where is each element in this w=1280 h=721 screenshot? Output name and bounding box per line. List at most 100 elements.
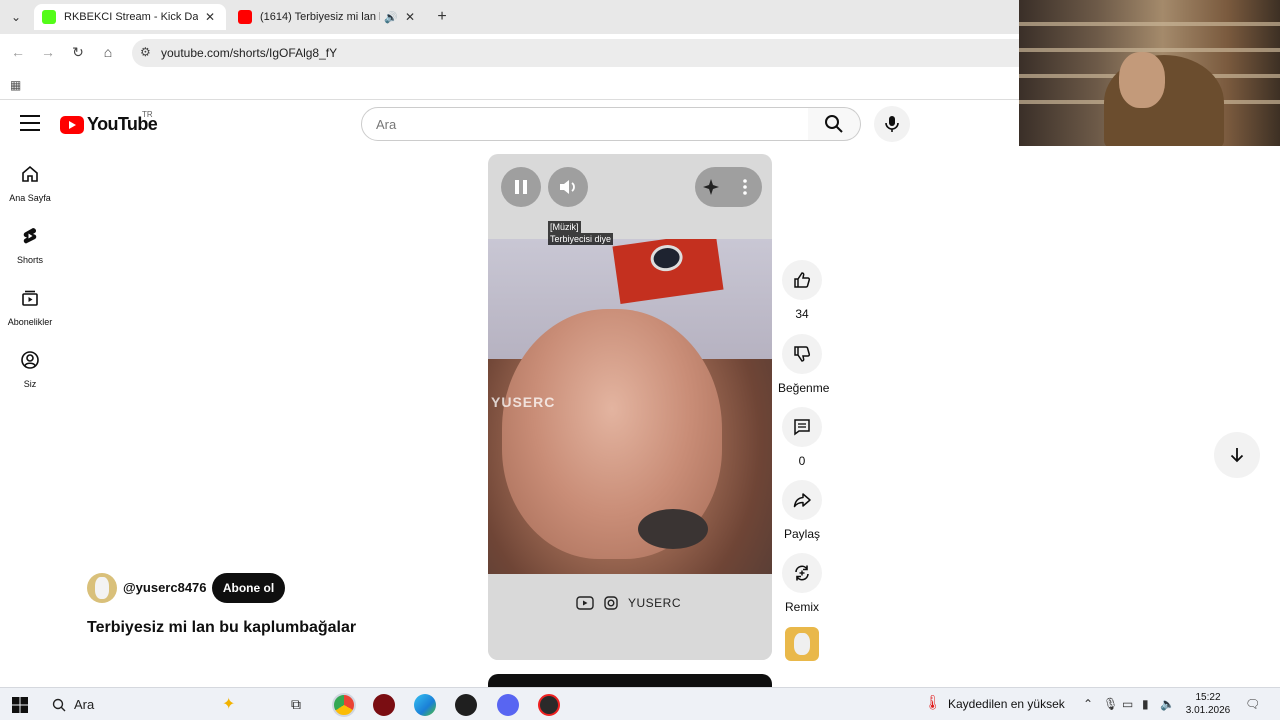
youtube-play-icon (60, 115, 84, 134)
new-tab-button[interactable]: + (432, 7, 452, 27)
more-options-icon[interactable] (735, 167, 755, 207)
search-icon (825, 115, 843, 133)
youtube-favicon-icon (238, 10, 252, 24)
clock-time: 15:22 (1195, 692, 1221, 703)
address-bar[interactable]: ⚙ youtube.com/shorts/IgOFAlg8_fY (132, 39, 1032, 67)
battery-icon[interactable]: ▮ (1142, 697, 1149, 711)
back-icon[interactable]: ← (8, 42, 28, 62)
instagram-icon (604, 596, 618, 610)
pause-button[interactable] (501, 167, 541, 207)
caption-line: [Müzik] (548, 221, 581, 233)
video-footer: YUSERC (488, 574, 772, 660)
close-tab-icon[interactable]: ✕ (202, 10, 218, 24)
sidebar-item-you[interactable]: Siz (0, 350, 60, 392)
tab-search-chevron-icon[interactable]: ⌄ (6, 8, 26, 26)
youtube-logo[interactable]: YouTube TR (60, 110, 158, 135)
you-icon (21, 351, 39, 369)
shorts-player[interactable]: YUSERC [Müzik] Terbiyecisi diye YUSERC (488, 154, 772, 660)
youtube-outline-icon (576, 596, 594, 610)
guide-menu-button[interactable] (20, 115, 40, 131)
audio-playing-icon[interactable]: 🔊 (384, 11, 398, 24)
home-icon (22, 165, 38, 182)
tab-title: RKBEKCI Stream - Kick Dashboard (64, 11, 198, 23)
tab-title: (1614) Terbiyesiz mi lan bu kaplumbağala… (260, 11, 380, 23)
app-icon-red[interactable] (373, 694, 395, 716)
search-input[interactable]: Ara (361, 107, 809, 141)
search-button[interactable] (808, 107, 861, 141)
discord-icon[interactable] (497, 694, 519, 716)
audio-source-thumbnail[interactable] (785, 627, 819, 661)
windows-taskbar: Ara ✦ ⧉ 🌡 Kaydedilen en yüksek ⌃ 🎙 ▭ ▮ 🔈… (0, 687, 1280, 720)
thumbs-down-icon (794, 346, 811, 362)
reload-icon[interactable]: ↻ (68, 42, 88, 62)
short-title[interactable]: Terbiyesiz mi lan bu kaplumbağalar (87, 619, 356, 637)
share-icon (793, 493, 811, 508)
edge-icon[interactable] (414, 694, 436, 716)
taskbar-search[interactable]: Ara ✦ (42, 688, 278, 721)
like-button[interactable] (782, 260, 822, 300)
tab-youtube-short[interactable]: (1614) Terbiyesiz mi lan bu kaplumbağala… (230, 4, 426, 30)
sidebar-item-label: Siz (23, 379, 37, 389)
search-placeholder: Ara (376, 117, 397, 132)
sidebar-item-shorts[interactable]: Shorts (0, 226, 60, 268)
tab-kick-dashboard[interactable]: RKBEKCI Stream - Kick Dashboard ✕ (34, 4, 226, 30)
speaker-icon[interactable]: 🔈 (1160, 697, 1175, 711)
share-label: Paylaş (783, 527, 821, 541)
volume-button[interactable] (548, 167, 588, 207)
next-short-button[interactable] (1214, 432, 1260, 478)
microphone-icon[interactable]: 🎙 (1103, 697, 1118, 711)
clock-date: 3.01.2026 (1185, 705, 1231, 716)
network-icon[interactable]: ▭ (1122, 697, 1133, 711)
remix-button[interactable] (782, 553, 822, 593)
channel-name[interactable]: @yuserc8476 (123, 580, 207, 595)
remix-icon (795, 565, 809, 581)
apps-grid-icon[interactable]: ▦ (10, 78, 21, 92)
webcam-overlay (1019, 0, 1280, 146)
voice-search-button[interactable] (874, 106, 910, 142)
share-action: Paylaş (778, 480, 826, 541)
chrome-icon[interactable] (332, 693, 356, 717)
remix-action: Remix (778, 553, 826, 614)
weather-text[interactable]: Kaydedilen en yüksek (948, 697, 1065, 711)
share-button[interactable] (782, 480, 822, 520)
comment-action: 0 (778, 407, 826, 468)
subscriptions-icon (22, 290, 38, 306)
arrow-down-icon (1230, 448, 1244, 463)
forward-icon[interactable]: → (38, 42, 58, 62)
comment-count: 0 (798, 454, 806, 468)
subscribe-button[interactable]: Abone ol (212, 573, 285, 603)
kick-favicon-icon (42, 10, 56, 24)
site-info-icon[interactable]: ⚙ (140, 45, 151, 59)
home-icon[interactable]: ⌂ (98, 42, 118, 62)
sparkle-icon[interactable] (697, 167, 725, 207)
dislike-button[interactable] (782, 334, 822, 374)
pause-icon (515, 180, 527, 194)
system-clock[interactable]: 15:22 3.01.2026 (1183, 691, 1233, 717)
video-watermark: YUSERC (491, 394, 556, 410)
sidebar-item-home[interactable]: Ana Sayfa (0, 164, 60, 206)
sidebar-item-label: Shorts (16, 255, 43, 265)
close-tab-icon[interactable]: ✕ (402, 10, 418, 24)
obs-icon[interactable] (538, 694, 560, 716)
sidebar-item-subscriptions[interactable]: Abonelikler (0, 288, 60, 330)
thermometer-icon: 🌡 (924, 694, 942, 710)
volume-icon (560, 180, 575, 194)
channel-avatar[interactable] (87, 573, 117, 603)
windows-start-icon[interactable] (12, 697, 28, 713)
country-code: TR (142, 110, 153, 119)
taskbar-search-placeholder: Ara (74, 697, 95, 712)
task-view-icon[interactable]: ⧉ (291, 696, 301, 713)
streamer-head (1119, 52, 1165, 108)
app-icon-dark[interactable] (455, 694, 477, 716)
chevron-up-icon[interactable]: ⌃ (1083, 697, 1093, 711)
notifications-icon[interactable]: 🗨 (1245, 697, 1260, 711)
dislike-label: Beğenme (778, 381, 830, 395)
thumbs-up-icon (794, 272, 811, 288)
comments-button[interactable] (782, 407, 822, 447)
player-options (695, 167, 762, 207)
url-text[interactable]: youtube.com/shorts/IgOFAlg8_fY (161, 46, 337, 60)
footer-brand: YUSERC (628, 596, 682, 610)
video-frame[interactable]: YUSERC (488, 239, 772, 574)
dislike-action: Beğenme (778, 334, 830, 395)
comment-icon (794, 419, 810, 436)
